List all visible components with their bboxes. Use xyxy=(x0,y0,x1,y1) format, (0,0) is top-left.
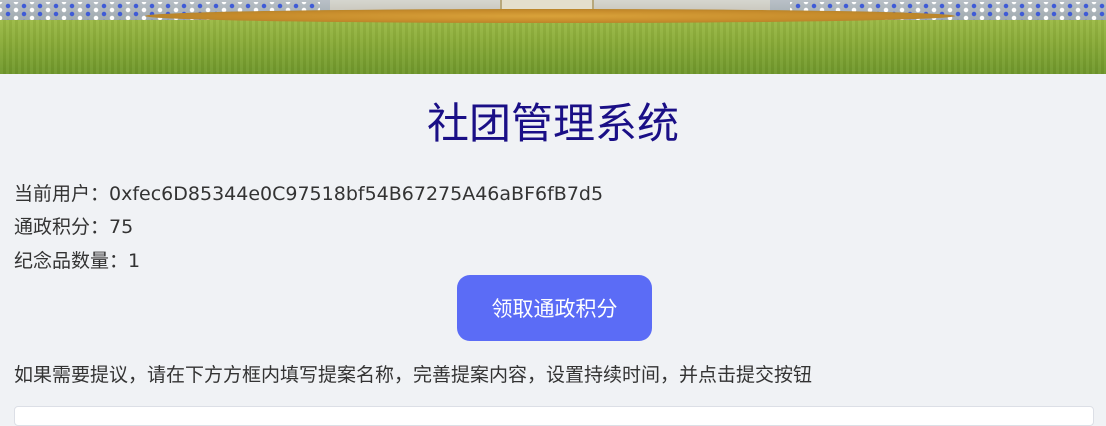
points-label: 通政积分： xyxy=(14,216,110,238)
souvenir-count: 1 xyxy=(128,250,141,272)
banner-lawn xyxy=(0,20,1106,74)
points-row: 通政积分：75 xyxy=(14,214,133,240)
souvenir-label: 纪念品数量： xyxy=(14,250,129,272)
current-user-label: 当前用户： xyxy=(14,183,110,205)
proposal-form-box[interactable] xyxy=(14,406,1094,426)
banner-flowerbed xyxy=(145,9,955,23)
current-user-row: 当前用户：0xfec6D85344e0C97518bf54B67275A46aB… xyxy=(14,181,603,207)
points-value: 75 xyxy=(109,216,134,238)
campus-banner-image xyxy=(0,0,1106,74)
current-user-address: 0xfec6D85344e0C97518bf54B67275A46aBF6fB7… xyxy=(109,183,604,205)
proposal-instructions: 如果需要提议，请在下方方框内填写提案名称，完善提案内容，设置持续时间，并点击提交… xyxy=(14,364,813,386)
claim-points-button[interactable]: 领取通政积分 xyxy=(457,275,652,341)
souvenir-row: 纪念品数量：1 xyxy=(14,248,140,274)
page-title: 社团管理系统 xyxy=(426,99,679,148)
